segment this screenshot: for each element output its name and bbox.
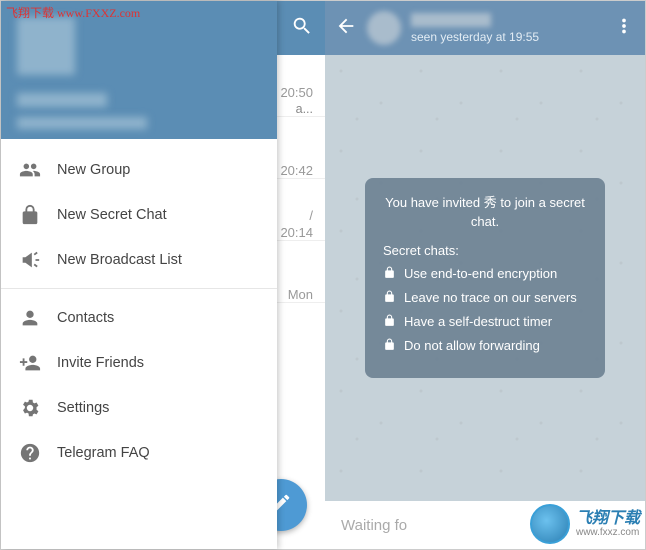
last-seen-status: seen yesterday at 19:55 — [411, 30, 603, 44]
menu-label: Contacts — [57, 310, 114, 326]
menu-label: New Secret Chat — [57, 207, 167, 223]
secret-chat-info-card: You have invited 秀 to join a secret chat… — [365, 178, 605, 377]
chat-background: You have invited 秀 to join a secret chat… — [325, 55, 645, 501]
watermark-bottom: 飞翔下载 www.fxxz.com — [530, 504, 640, 544]
feature-item: Leave no trace on our servers — [383, 290, 587, 306]
feature-item: Use end-to-end encryption — [383, 266, 587, 282]
megaphone-icon — [19, 249, 57, 271]
watermark-top: 飞翔下载 www.FXXZ.com — [6, 4, 140, 21]
contact-name — [411, 13, 491, 27]
menu-contacts[interactable]: Contacts — [1, 295, 277, 340]
group-icon — [19, 159, 57, 181]
menu-label: New Group — [57, 162, 130, 178]
feature-item: Do not allow forwarding — [383, 338, 587, 354]
lock-icon — [383, 314, 396, 330]
lock-icon — [383, 338, 396, 354]
divider — [1, 288, 277, 289]
feature-item: Have a self-destruct timer — [383, 314, 587, 330]
menu-label: New Broadcast List — [57, 252, 182, 268]
avatar[interactable] — [17, 17, 75, 75]
person-add-icon — [19, 352, 57, 374]
menu-settings[interactable]: Settings — [1, 385, 277, 430]
chat-appbar: seen yesterday at 19:55 — [325, 1, 645, 55]
lock-icon — [383, 290, 396, 306]
navigation-drawer: New Group New Secret Chat New Broadcast … — [1, 1, 277, 549]
search-icon[interactable] — [291, 15, 313, 42]
person-icon — [19, 307, 57, 329]
lock-icon — [19, 204, 57, 226]
phone-number — [17, 117, 147, 129]
more-menu-button[interactable] — [613, 15, 635, 42]
menu-label: Settings — [57, 400, 109, 416]
menu-label: Invite Friends — [57, 355, 144, 371]
gear-icon — [19, 397, 57, 419]
username — [17, 93, 107, 107]
help-icon — [19, 442, 57, 464]
card-subhead: Secret chats: — [383, 243, 587, 258]
card-title: You have invited 秀 to join a secret chat… — [383, 194, 587, 230]
menu-invite-friends[interactable]: Invite Friends — [1, 340, 277, 385]
back-button[interactable] — [335, 15, 357, 42]
menu-new-group[interactable]: New Group — [1, 147, 277, 192]
drawer-header — [1, 1, 277, 139]
input-placeholder: Waiting fo — [341, 517, 407, 534]
menu-faq[interactable]: Telegram FAQ — [1, 430, 277, 475]
menu-new-broadcast[interactable]: New Broadcast List — [1, 237, 277, 282]
menu-label: Telegram FAQ — [57, 445, 150, 461]
menu-new-secret-chat[interactable]: New Secret Chat — [1, 192, 277, 237]
avatar[interactable] — [367, 11, 401, 45]
lock-icon — [383, 266, 396, 282]
logo-icon — [530, 504, 570, 544]
